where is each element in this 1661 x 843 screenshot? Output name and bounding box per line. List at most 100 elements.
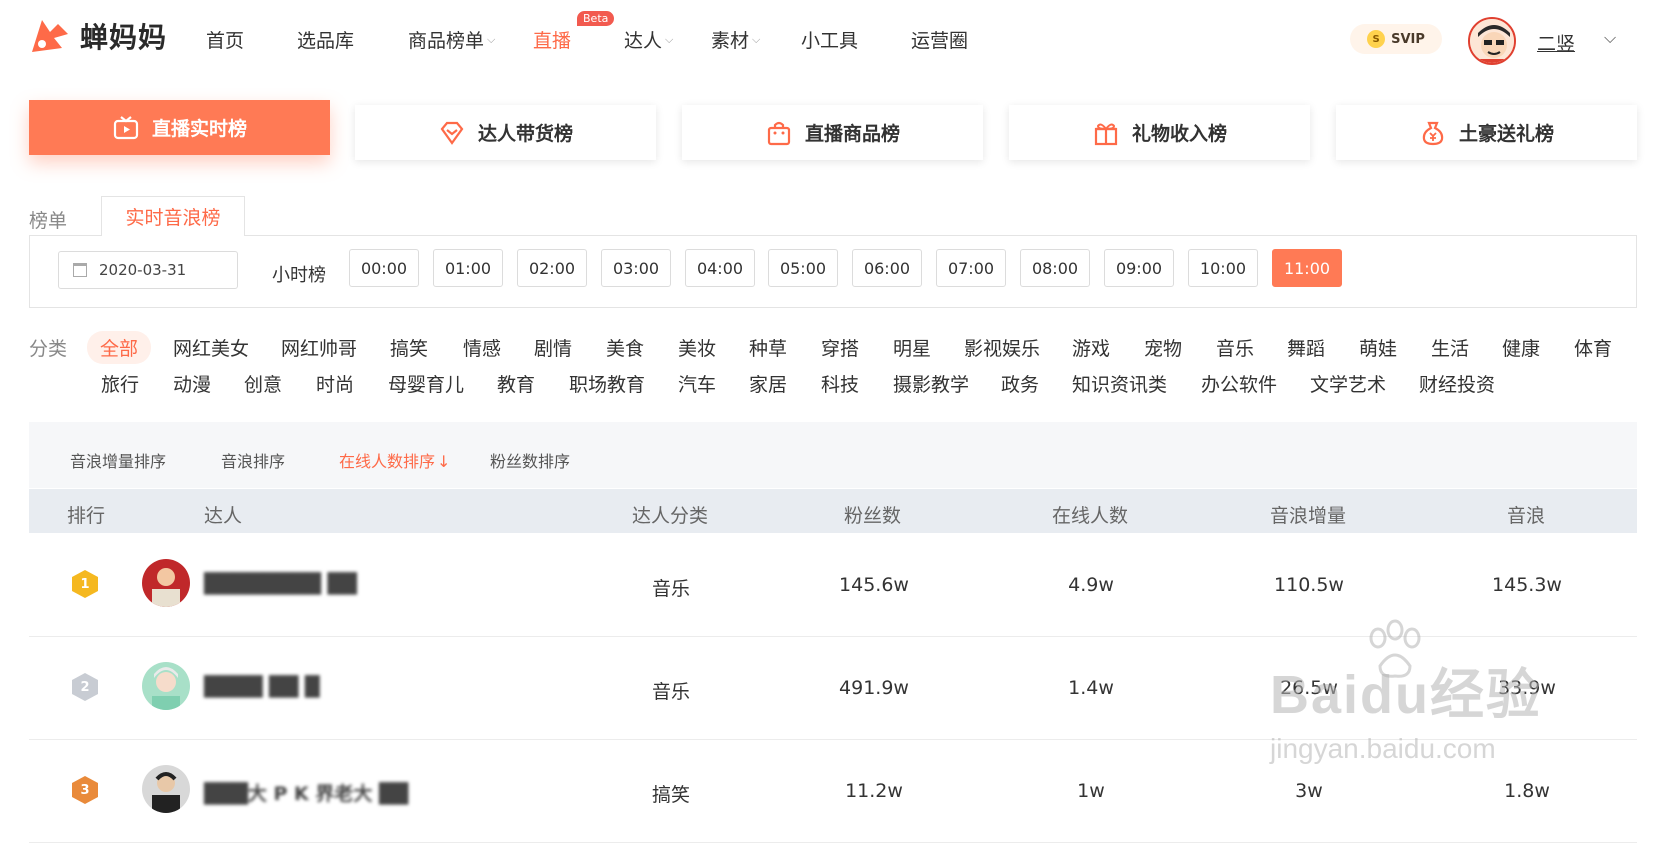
- category-item[interactable]: 萌娃: [1359, 334, 1397, 361]
- hour-rank-label: 小时榜: [272, 265, 326, 286]
- tab-live-realtime-rank[interactable]: 直播实时榜: [29, 100, 330, 155]
- sort-down-arrow-icon: ↓: [437, 452, 451, 471]
- sort-by-gain[interactable]: 音浪增量排序: [70, 448, 166, 472]
- date-picker[interactable]: 2020-03-31: [58, 251, 238, 289]
- avatar[interactable]: [142, 559, 190, 607]
- category-item[interactable]: 办公软件: [1201, 370, 1277, 397]
- username[interactable]: 二竖: [1537, 29, 1575, 56]
- category-item[interactable]: 摄影教学: [893, 370, 969, 397]
- hour-button[interactable]: 00:00: [349, 249, 419, 287]
- category-item[interactable]: 种草: [749, 334, 787, 361]
- tab-live-product-rank[interactable]: 直播商品榜: [682, 105, 983, 160]
- category-cell: 音乐: [651, 681, 691, 703]
- category-item[interactable]: 穿搭: [821, 334, 859, 361]
- influencer-name[interactable]: ████████ ██: [204, 573, 357, 595]
- category-item[interactable]: 剧情: [534, 334, 572, 361]
- category-item[interactable]: 母婴育儿: [388, 370, 464, 397]
- calendar-icon: [73, 263, 87, 277]
- tv-icon: [112, 114, 140, 142]
- category-item[interactable]: 影视娱乐: [964, 334, 1040, 361]
- category-item[interactable]: 健康: [1502, 334, 1540, 361]
- hour-button[interactable]: 04:00: [685, 249, 755, 287]
- nav-home[interactable]: 首页: [206, 26, 244, 53]
- category-item[interactable]: 体育: [1574, 334, 1612, 361]
- avatar[interactable]: [142, 765, 190, 813]
- category-item[interactable]: 政务: [1001, 370, 1039, 397]
- nav-influencers[interactable]: 达人 ⌵: [624, 26, 673, 53]
- hour-button[interactable]: 05:00: [768, 249, 838, 287]
- chevron-down-icon[interactable]: ⌵: [1604, 28, 1616, 48]
- hour-button[interactable]: 09:00: [1104, 249, 1174, 287]
- avatar[interactable]: [142, 662, 190, 710]
- category-item[interactable]: 动漫: [173, 370, 211, 397]
- gain-cell: 3w: [1295, 780, 1323, 802]
- hour-button-active[interactable]: 11:00: [1272, 249, 1342, 287]
- category-item[interactable]: 明星: [893, 334, 931, 361]
- column-online[interactable]: 在线人数: [1052, 501, 1128, 528]
- nav-product-library[interactable]: 选品库: [297, 26, 354, 53]
- tab-big-spender-rank[interactable]: 土豪送礼榜: [1336, 105, 1637, 160]
- tab-influencer-sales-rank[interactable]: 达人带货榜: [355, 105, 656, 160]
- influencer-name[interactable]: ███大 P K 界老大 ██: [204, 779, 408, 806]
- category-item[interactable]: 宠物: [1144, 334, 1182, 361]
- category-item[interactable]: 情感: [463, 334, 501, 361]
- category-item[interactable]: 网红帅哥: [281, 334, 357, 361]
- category-item[interactable]: 美食: [606, 334, 644, 361]
- hour-button[interactable]: 08:00: [1020, 249, 1090, 287]
- category-cell: 搞笑: [651, 784, 691, 806]
- category-item[interactable]: 科技: [821, 370, 859, 397]
- nav-operations-circle[interactable]: 运营圈: [911, 26, 968, 53]
- hour-button[interactable]: 01:00: [433, 249, 503, 287]
- hour-button[interactable]: 06:00: [852, 249, 922, 287]
- hour-button[interactable]: 02:00: [517, 249, 587, 287]
- category-item[interactable]: 知识资讯类: [1072, 370, 1167, 397]
- category-item[interactable]: 创意: [244, 370, 282, 397]
- category-item[interactable]: 职场教育: [569, 370, 645, 397]
- tab-gift-income-rank[interactable]: 礼物收入榜: [1009, 105, 1310, 160]
- hour-button[interactable]: 10:00: [1188, 249, 1258, 287]
- category-item[interactable]: 旅行: [101, 370, 139, 397]
- tab-realtime-sound-wave[interactable]: 实时音浪榜: [101, 196, 245, 236]
- fans-cell: 145.6w: [839, 574, 909, 596]
- nav-live[interactable]: 直播: [533, 26, 571, 53]
- category-item[interactable]: 家居: [749, 370, 787, 397]
- category-item[interactable]: 舞蹈: [1287, 334, 1325, 361]
- cicada-logo-icon: [32, 20, 68, 52]
- category-item[interactable]: 网红美女: [173, 334, 249, 361]
- column-rank: 排行: [67, 505, 106, 527]
- brand-logo[interactable]: 蝉妈妈: [28, 14, 167, 58]
- category-item[interactable]: 美妆: [678, 334, 716, 361]
- category-all[interactable]: 全部: [87, 331, 152, 364]
- user-avatar-icon: [1470, 19, 1514, 63]
- hour-button[interactable]: 07:00: [936, 249, 1006, 287]
- column-fans[interactable]: 粉丝数: [844, 501, 901, 528]
- category-item[interactable]: 搞笑: [390, 334, 428, 361]
- column-gain[interactable]: 音浪增量: [1270, 501, 1346, 528]
- category-item[interactable]: 财经投资: [1419, 370, 1495, 397]
- gift-icon: [1092, 119, 1120, 147]
- nav-product-rankings[interactable]: 商品榜单 ⌵: [408, 26, 495, 53]
- column-total[interactable]: 音浪: [1507, 501, 1545, 528]
- category-label: 分类: [29, 338, 68, 360]
- nav-materials[interactable]: 素材 ⌵: [711, 26, 760, 53]
- top-navbar: 蝉妈妈 首页 选品库 商品榜单 ⌵ 直播 Beta 达人 ⌵ 素材 ⌵ 小工具 运营圈…: [0, 0, 1661, 80]
- svip-badge[interactable]: S SVIP: [1350, 24, 1442, 54]
- category-item[interactable]: 游戏: [1072, 334, 1110, 361]
- category-item[interactable]: 文学艺术: [1310, 370, 1386, 397]
- chevron-down-icon: ⌵: [487, 32, 496, 46]
- sort-by-sound-wave[interactable]: 音浪排序: [221, 448, 285, 472]
- user-avatar[interactable]: [1468, 17, 1516, 65]
- online-cell: 1.4w: [1068, 677, 1114, 699]
- category-item[interactable]: 教育: [497, 370, 535, 397]
- influencer-name[interactable]: ████ ██ █: [204, 676, 320, 698]
- hour-button[interactable]: 03:00: [601, 249, 671, 287]
- diamond-icon: [438, 119, 466, 147]
- category-item[interactable]: 汽车: [678, 370, 716, 397]
- sort-by-online[interactable]: 在线人数排序 ↓: [339, 448, 450, 472]
- sort-by-fans[interactable]: 粉丝数排序: [490, 448, 570, 472]
- nav-tools[interactable]: 小工具: [801, 26, 858, 53]
- category-item[interactable]: 音乐: [1216, 334, 1254, 361]
- category-item[interactable]: 生活: [1431, 334, 1469, 361]
- category-item[interactable]: 时尚: [316, 370, 354, 397]
- gain-cell: 26.5w: [1280, 677, 1338, 699]
